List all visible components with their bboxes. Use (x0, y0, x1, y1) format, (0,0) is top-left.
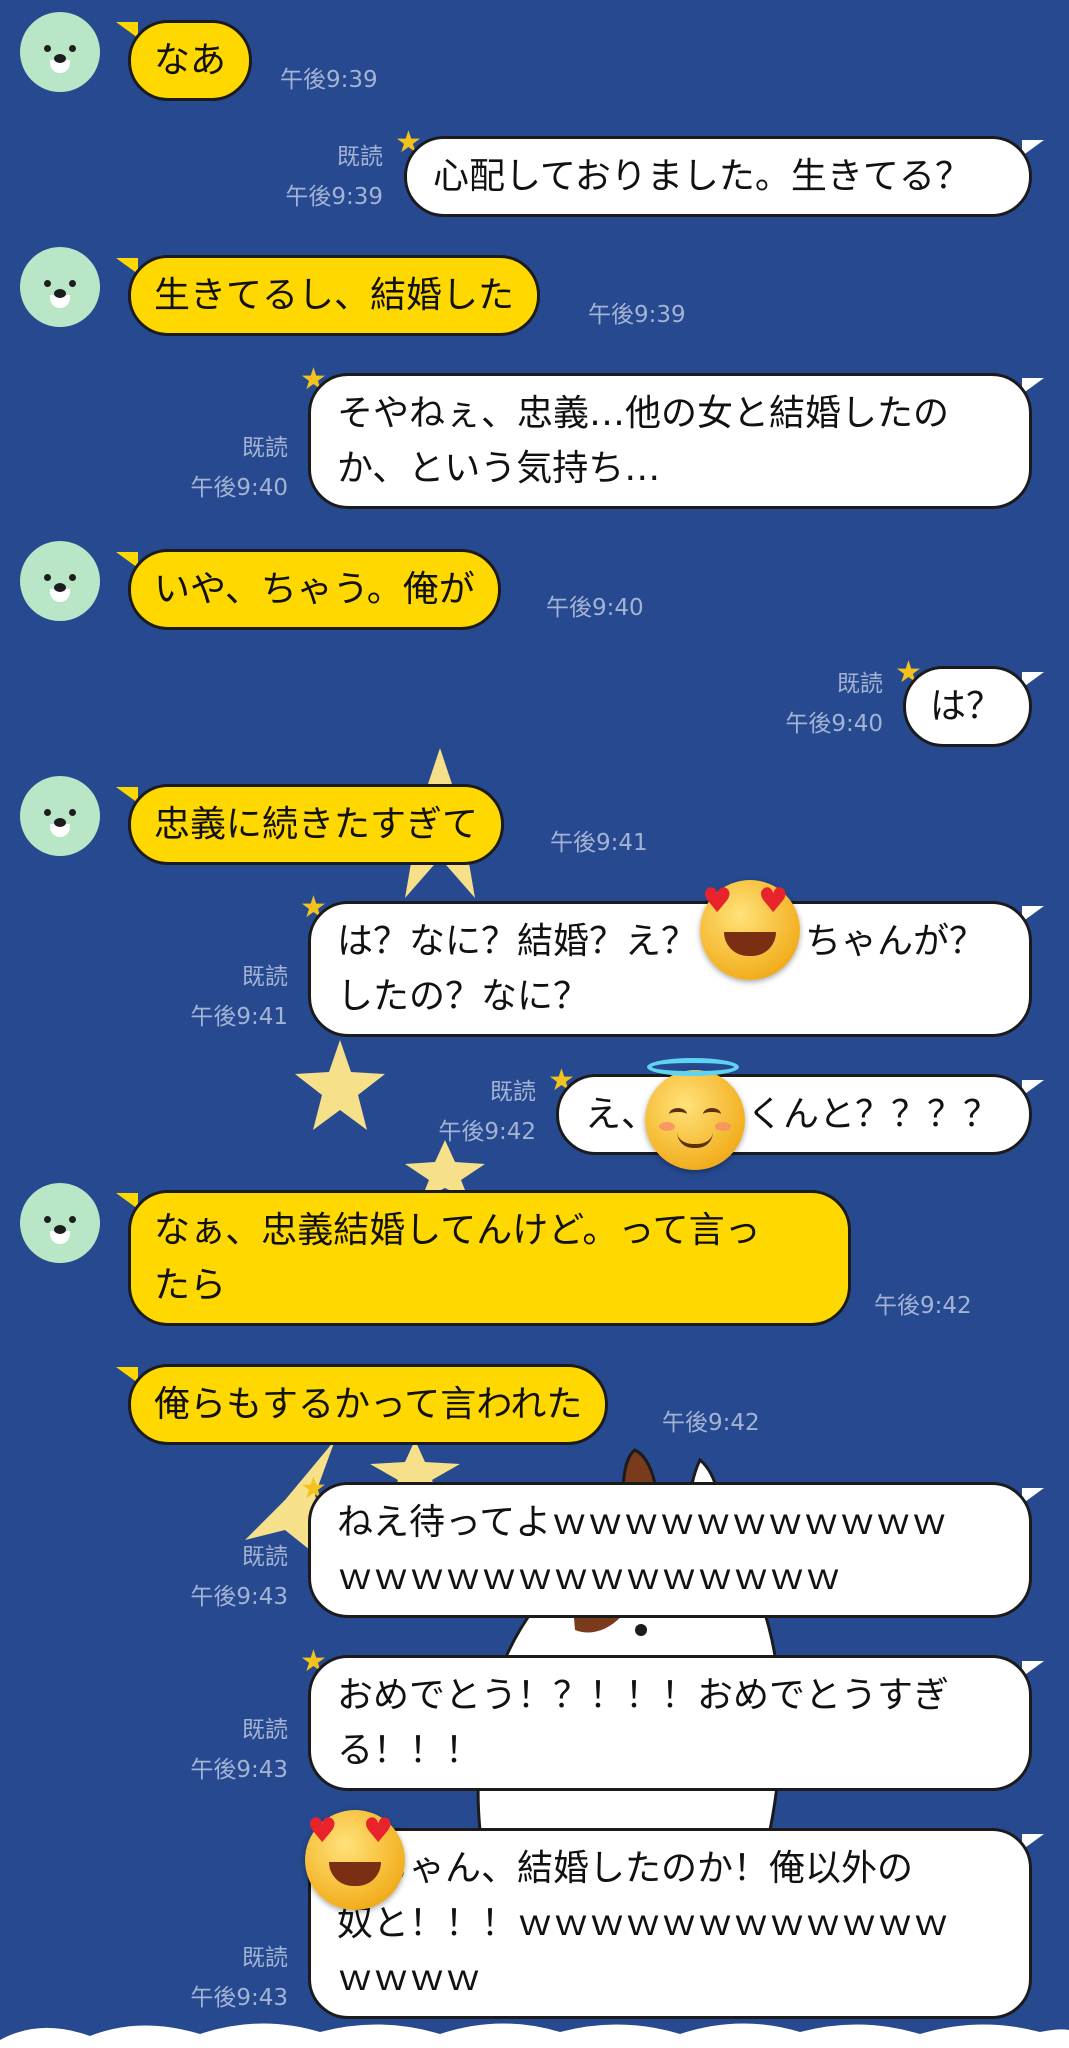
background-star-icon (295, 1040, 385, 1130)
read-receipt: 既読 (837, 671, 883, 697)
read-receipt: 既読 (242, 1544, 288, 1570)
read-receipt: 既読 (242, 1945, 288, 1971)
sender-avatar[interactable] (20, 247, 100, 327)
message-time: 午後9:40 (546, 595, 644, 621)
smiling-halo-emoji (645, 1058, 745, 1170)
sender-avatar[interactable] (20, 541, 100, 621)
heart-eyes-emoji: ♥ ♥ (700, 880, 800, 980)
message-time: 午後9:42 (662, 1410, 760, 1436)
incoming-message[interactable]: なぁ、忠義結婚してんけど。って言っ たら (128, 1190, 851, 1326)
incoming-message[interactable]: なあ (128, 20, 253, 101)
message-time: 午後9:40 (785, 711, 883, 737)
message-time: 午後9:39 (280, 67, 378, 93)
outgoing-message[interactable]: は？なに？結婚？え？ ちゃんが？ したの？なに？ (308, 901, 1032, 1037)
message-time: 午後9:39 (588, 302, 686, 328)
read-receipt: 既読 (490, 1079, 536, 1105)
outgoing-message[interactable]: そやねぇ、忠義…他の女と結婚したの か、という気持ち… (308, 373, 1032, 509)
message-time: 午後9:42 (438, 1119, 536, 1145)
outgoing-message[interactable]: ねえ待ってよｗｗｗｗｗｗｗｗｗｗｗ ｗｗｗｗｗｗｗｗｗｗｗｗｗｗ (308, 1482, 1032, 1618)
read-receipt: 既読 (242, 435, 288, 461)
sender-avatar[interactable] (20, 12, 100, 92)
message-time: 午後9:42 (874, 1293, 972, 1319)
outgoing-message[interactable]: ちゃん、結婚したのか！俺以外の 奴と！！！ｗｗｗｗｗｗｗｗｗｗｗｗ ｗｗｗｗ (308, 1828, 1032, 2019)
incoming-message[interactable]: 生きてるし、結婚した (128, 255, 541, 336)
read-receipt: 既読 (242, 1717, 288, 1743)
outgoing-message[interactable]: は？ (903, 666, 1032, 747)
outgoing-message[interactable]: 心配しておりました。生きてる？ (404, 136, 1032, 217)
sender-avatar[interactable] (20, 1183, 100, 1263)
sender-avatar[interactable] (20, 776, 100, 856)
heart-eyes-emoji: ♥ ♥ (305, 1810, 405, 1910)
message-time: 午後9:40 (190, 475, 288, 501)
message-time: 午後9:43 (190, 1757, 288, 1783)
message-time: 午後9:41 (190, 1004, 288, 1030)
message-time: 午後9:41 (550, 830, 648, 856)
incoming-message[interactable]: 忠義に続きたすぎて (128, 784, 505, 865)
background-clouds (0, 2023, 1069, 2048)
message-time: 午後9:39 (285, 184, 383, 210)
incoming-message[interactable]: 俺らもするかって言われた (128, 1364, 609, 1445)
message-time: 午後9:43 (190, 1584, 288, 1610)
read-receipt: 既読 (337, 144, 383, 170)
read-receipt: 既読 (242, 964, 288, 990)
outgoing-message[interactable]: え、 くんと？？？？ (556, 1074, 1032, 1155)
incoming-message[interactable]: いや、ちゃう。俺が (128, 549, 501, 630)
outgoing-message[interactable]: おめでとう！？！！！おめでとうすぎ る！！！ (308, 1655, 1032, 1791)
